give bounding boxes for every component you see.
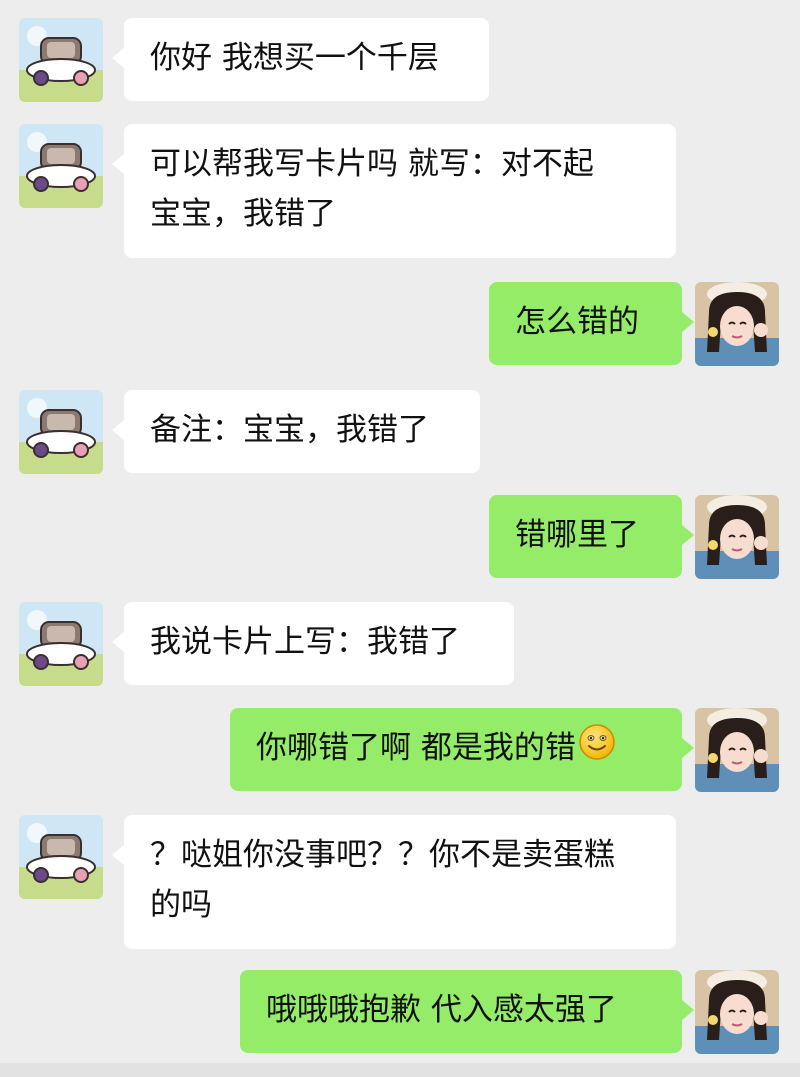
smile-emoji-icon [578, 723, 616, 776]
incoming-message-bubble[interactable]: ？哒姐你没事吧？？你不是卖蛋糕 的吗 [112, 815, 676, 949]
bottom-divider [0, 1063, 800, 1077]
chat-window: 你好 我想买一个千层 可以帮我写卡片吗 就写：对不起 宝宝，我错了 怎么错的 备… [0, 0, 800, 1077]
self-avatar[interactable] [695, 708, 779, 792]
self-avatar[interactable] [695, 970, 779, 1054]
contact-avatar[interactable] [19, 124, 103, 208]
incoming-message-bubble[interactable]: 备注：宝宝，我错了 [112, 390, 480, 473]
message-text: 你哪错了啊 都是我的错 [256, 730, 576, 766]
self-avatar[interactable] [695, 282, 779, 366]
incoming-message-bubble[interactable]: 我说卡片上写：我错了 [112, 602, 514, 685]
contact-avatar[interactable] [19, 815, 103, 899]
outgoing-message-bubble[interactable]: 你哪错了啊 都是我的错 [230, 708, 694, 791]
outgoing-message-bubble[interactable]: 错哪里了 [489, 495, 694, 578]
contact-avatar[interactable] [19, 390, 103, 474]
incoming-message-bubble[interactable]: 你好 我想买一个千层 [112, 18, 489, 101]
incoming-message-bubble[interactable]: 可以帮我写卡片吗 就写：对不起 宝宝，我错了 [112, 124, 676, 258]
outgoing-message-bubble[interactable]: 怎么错的 [489, 282, 694, 365]
outgoing-message-bubble[interactable]: 哦哦哦抱歉 代入感太强了 [240, 970, 694, 1053]
self-avatar[interactable] [695, 495, 779, 579]
contact-avatar[interactable] [19, 18, 103, 102]
contact-avatar[interactable] [19, 602, 103, 686]
